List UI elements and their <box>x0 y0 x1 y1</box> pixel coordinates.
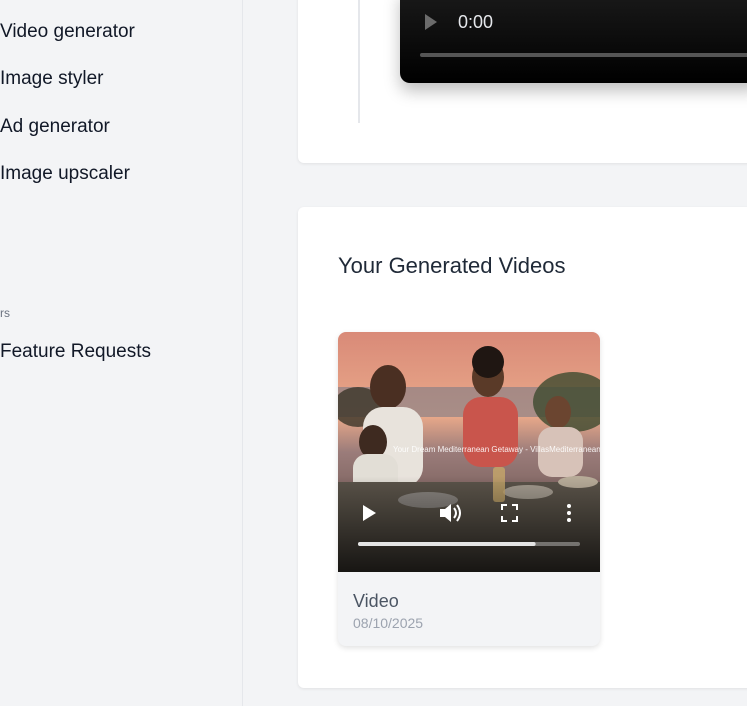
video-watermark: Your Dream Mediterranean Getaway - Villa… <box>393 445 600 454</box>
vertical-divider <box>358 0 360 123</box>
sidebar-section-label: rs <box>0 306 10 320</box>
sidebar-item-image-upscaler[interactable]: Image upscaler <box>0 163 130 185</box>
generated-videos-card: Your Generated Videos Your Dream Mediter… <box>298 207 747 688</box>
generator-card: 0:00 <box>298 0 747 163</box>
video-date: 08/10/2025 <box>353 615 424 631</box>
video-card[interactable]: Your Dream Mediterranean Getaway - Villa… <box>338 332 600 646</box>
main-content: 0:00 Your Generated Videos Your Dream Me… <box>243 0 747 706</box>
sidebar-item-feature-requests[interactable]: Feature Requests <box>0 341 151 363</box>
more-vertical-icon[interactable] <box>567 504 571 522</box>
video-progress-fill <box>358 542 536 546</box>
section-title: Your Generated Videos <box>338 253 566 278</box>
sidebar-item-video-generator[interactable]: Video generator <box>0 21 135 43</box>
sidebar: Video generator Image styler Ad generato… <box>0 0 243 706</box>
video-player[interactable]: 0:00 <box>400 0 747 83</box>
video-title: Video <box>353 591 399 611</box>
play-icon[interactable] <box>425 14 437 30</box>
sidebar-item-image-styler[interactable]: Image styler <box>0 68 103 90</box>
player-time: 0:00 <box>458 12 494 32</box>
player-progress-track[interactable] <box>420 53 747 57</box>
sidebar-item-ad-generator[interactable]: Ad generator <box>0 116 110 138</box>
video-thumbnail[interactable]: Your Dream Mediterranean Getaway - Villa… <box>338 332 600 572</box>
